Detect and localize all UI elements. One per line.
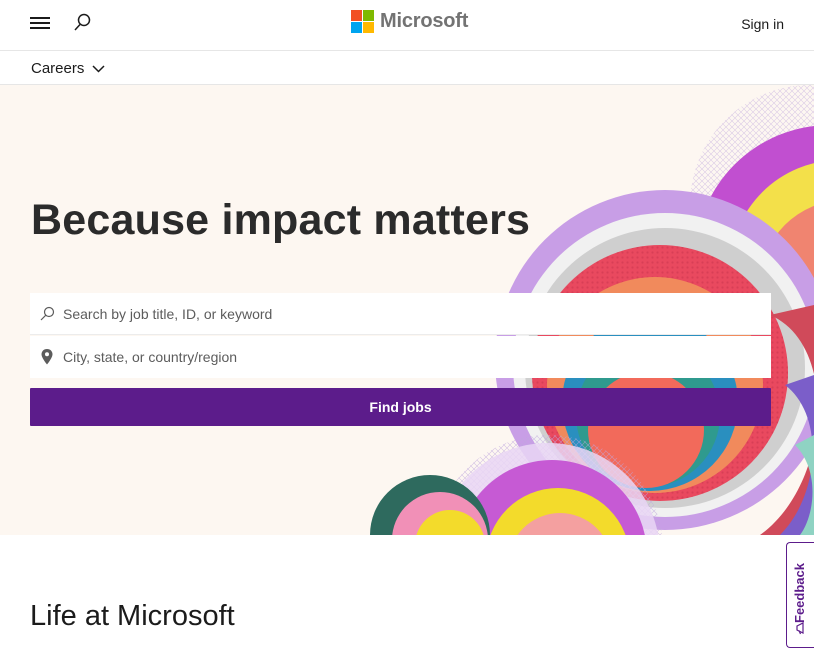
search-icon [30, 305, 63, 323]
location-pin-icon [30, 348, 63, 366]
microsoft-logo-icon [351, 9, 374, 33]
section-heading: Life at Microsoft [30, 600, 235, 632]
feedback-button[interactable]: Feedback [786, 542, 814, 648]
careers-subnav: Careers [0, 51, 814, 85]
careers-label: Careers [31, 60, 85, 77]
location-search-field[interactable]: City, state, or country/region [30, 336, 771, 378]
feedback-label: Feedback [792, 563, 807, 623]
top-navigation-bar: Microsoft Sign in [0, 0, 814, 51]
location-search-placeholder: City, state, or country/region [63, 349, 238, 365]
hamburger-menu-icon[interactable] [30, 16, 50, 30]
hero-banner: Because impact matters Search by job tit… [0, 85, 814, 535]
find-jobs-button[interactable]: Find jobs [30, 388, 771, 426]
brand-name: Microsoft [380, 9, 469, 32]
sign-in-link[interactable]: Sign in [741, 16, 784, 32]
keyword-search-field[interactable]: Search by job title, ID, or keyword [30, 293, 771, 335]
keyword-search-placeholder: Search by job title, ID, or keyword [63, 305, 273, 322]
hero-title: Because impact matters [31, 196, 531, 244]
search-icon[interactable] [72, 12, 92, 34]
careers-menu[interactable]: Careers [31, 60, 105, 77]
chevron-down-icon [92, 64, 105, 73]
megaphone-icon [795, 621, 809, 640]
microsoft-logo[interactable]: Microsoft [351, 9, 468, 33]
